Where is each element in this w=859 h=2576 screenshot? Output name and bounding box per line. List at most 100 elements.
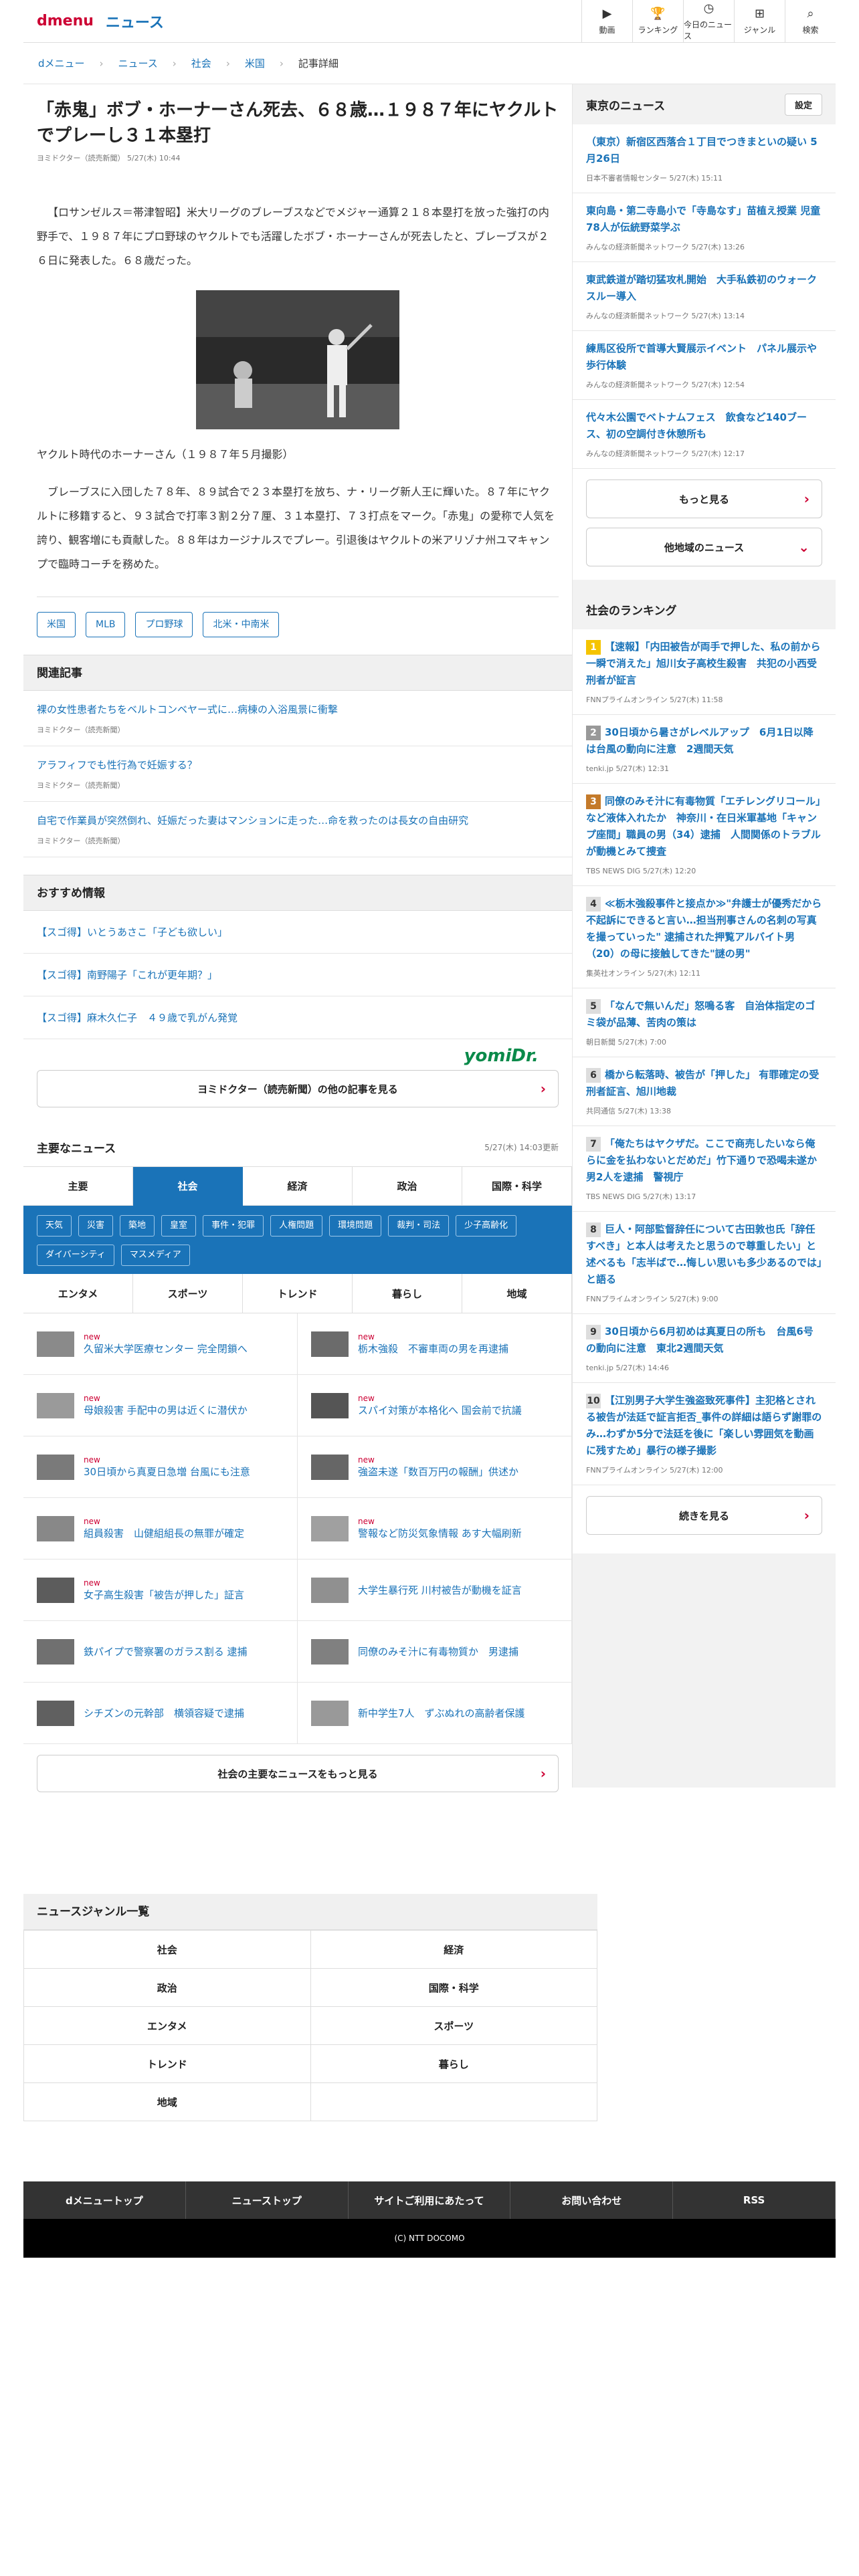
related-article[interactable]: アラフィフでも性行為で妊娠する？ ヨミドクター（読売新聞） [23, 746, 572, 802]
tokyo-news-item[interactable]: （東京）新宿区西落合１丁目でつきまといの疑い 5月26日 日本不審者情報センター … [573, 124, 836, 193]
news-item[interactable]: new 組員殺害 山健組組長の無罪が確定 [23, 1498, 298, 1560]
footer-link[interactable]: dメニュートップ [23, 2181, 186, 2219]
article-tag[interactable]: 北米・中南米 [203, 612, 280, 637]
subcategory-chip[interactable]: 災害 [78, 1215, 114, 1237]
social-more-button[interactable]: 社会の主要なニュースをもっと見る › [37, 1755, 559, 1792]
header-nav-clock[interactable]: ◷ 今日のニュース [683, 0, 734, 43]
tokyo-news-source: みんなの経済新聞ネットワーク 5/27(木) 13:26 [586, 243, 745, 251]
genre-link[interactable]: 政治 [24, 1969, 311, 2007]
genre-tab[interactable]: エンタメ [23, 1274, 133, 1313]
dmenu-logo[interactable]: dmenu [37, 13, 94, 29]
article-tag[interactable]: プロ野球 [135, 612, 193, 637]
news-item[interactable]: new 強盗未遂「数百万円の報酬」供述か [298, 1436, 572, 1498]
tab-0[interactable]: 主要 [23, 1167, 133, 1206]
tab-3[interactable]: 政治 [353, 1167, 462, 1206]
breadcrumb-item[interactable]: 社会 [191, 56, 211, 70]
footer-link[interactable]: ニューストップ [186, 2181, 349, 2219]
genre-tab[interactable]: 地域 [462, 1274, 572, 1313]
tokyo-news-item[interactable]: 代々木公園でベトナムフェス 飲食など140ブース、初の空調付き休憩所も みんなの経… [573, 400, 836, 469]
header-nav-trophy[interactable]: 🏆 ランキング [632, 0, 683, 43]
news-item[interactable]: 大学生暴行死 川村被告が動機を証言 [298, 1560, 572, 1621]
news-item-text: new 強盗未遂「数百万円の報酬」供述か [358, 1455, 518, 1479]
genre-tab[interactable]: スポーツ [133, 1274, 243, 1313]
chevron-right-icon: › [803, 491, 809, 507]
subcategory-chip[interactable]: 少子高齢化 [456, 1215, 517, 1237]
subcategory-chip[interactable]: 天気 [37, 1215, 72, 1237]
subcategory-chip[interactable]: 人権問題 [270, 1215, 323, 1237]
ranking-item[interactable]: 7 「俺たちはヤクザだ。ここで商売したいなら俺らに金を払わないとだめだ」竹下通りで… [573, 1126, 836, 1212]
tokyo-news-item[interactable]: 練馬区役所で首導大賢展示イベント パネル展示や歩行体験 みんなの経済新聞ネットワー… [573, 331, 836, 400]
tokyo-more-button[interactable]: もっと見る › [586, 479, 822, 518]
genre-link[interactable]: 暮らし [310, 2045, 597, 2083]
recommend-item[interactable]: 【スゴ得】南野陽子「これが更年期？」 [23, 954, 572, 996]
ranking-source: 朝日新聞 5/27(木) 7:00 [586, 1038, 666, 1047]
breadcrumb-item[interactable]: dメニュー [38, 56, 85, 70]
genre-link[interactable]: 社会 [24, 1931, 311, 1969]
ranking-item[interactable]: 1 【速報】「内田被告が両手で押した、私の前から一瞬で消えた」旭川女子高校生殺害 … [573, 629, 836, 715]
related-article-source: ヨミドクター（読売新聞） [37, 837, 125, 845]
article-tag[interactable]: MLB [86, 612, 126, 637]
footer-link[interactable]: お問い合わせ [510, 2181, 674, 2219]
breadcrumb-item[interactable]: 米国 [245, 56, 265, 70]
ranking-more-button[interactable]: 続きを見る › [586, 1496, 822, 1535]
news-item[interactable]: 新中学生7人 ずぶぬれの高齢者保護 [298, 1683, 572, 1744]
related-article[interactable]: 裸の女性患者たちをベルトコンベヤー式に…病棟の入浴風景に衝撃 ヨミドクター（読売新… [23, 691, 572, 746]
ranking-item[interactable]: 6 橋から転落時、被告が「押した」 有罪確定の受刑者証言、旭川地裁 共同通信 5/2… [573, 1057, 836, 1126]
subcategory-chip[interactable]: 築地 [120, 1215, 155, 1237]
news-item[interactable]: new 30日頃から真夏日急増 台風にも注意 [23, 1436, 298, 1498]
settings-button[interactable]: 設定 [784, 93, 822, 116]
genre-tab[interactable]: トレンド [243, 1274, 353, 1313]
tokyo-news-item[interactable]: 東武鉄道が踏切猛攻札開始 大手私鉄初のウォークスルー導入 みんなの経済新聞ネットワ… [573, 262, 836, 331]
rank-number-badge: 8 [586, 1222, 601, 1237]
tokyo-news-item[interactable]: 東向島・第二寺島小で「寺島なす」苗植え授業 児童78人が伝統野菜学ぶ みんなの経済… [573, 193, 836, 262]
news-item[interactable]: new 母娘殺害 手配中の男は近くに潜伏か [23, 1375, 298, 1436]
ranking-item[interactable]: 4 ≪栃木強殺事件と接点か≫"弁護士が優秀だから不起訴にできると言い…担当刑事さん… [573, 886, 836, 988]
header-nav-video[interactable]: ▶ 動画 [581, 0, 632, 43]
tab-4[interactable]: 国際・科学 [462, 1167, 572, 1206]
header-nav-search[interactable]: ⌕ 検索 [785, 0, 836, 43]
subcategory-chip[interactable]: 裁判・司法 [388, 1215, 450, 1237]
footer-link[interactable]: サイトご利用にあたって [349, 2181, 511, 2219]
genre-link[interactable]: スポーツ [310, 2007, 597, 2045]
related-article[interactable]: 自宅で作業員が突然倒れ、妊娠だった妻はマンションに走った…命を救ったのは長女の自… [23, 802, 572, 857]
news-item[interactable]: new 久留米大学医療センター 完全閉鎖へ [23, 1313, 298, 1375]
article-photo[interactable] [196, 290, 399, 429]
recommend-item[interactable]: 【スゴ得】いとうあさこ「子ども欲しい」 [23, 911, 572, 954]
subcategory-chip[interactable]: 環境問題 [329, 1215, 382, 1237]
genre-link[interactable]: 地域 [24, 2083, 311, 2121]
subcategory-chip[interactable]: 皇室 [161, 1215, 197, 1237]
ranking-item[interactable]: 3 同僚のみそ汁に有毒物質「エチレングリコール」など液体入れたか 神奈川・在日米軍… [573, 784, 836, 886]
news-item[interactable]: 鉄パイプで警察署のガラス割る 逮捕 [23, 1621, 298, 1683]
news-item[interactable]: new スパイ対策が本格化へ 国会前で抗議 [298, 1375, 572, 1436]
news-item[interactable]: new 女子高生殺害「被告が押した」証言 [23, 1560, 298, 1621]
genre-link[interactable]: 経済 [310, 1931, 597, 1969]
subcategory-chip[interactable]: 事件・犯罪 [203, 1215, 264, 1237]
ranking-item[interactable]: 2 30日頃から暑さがレベルアップ 6月1日以降は台風の動向に注意 2週間天気 te… [573, 715, 836, 784]
footer-link[interactable]: RSS [673, 2181, 836, 2219]
genre-link[interactable]: 国際・科学 [310, 1969, 597, 2007]
genre-link[interactable]: トレンド [24, 2045, 311, 2083]
news-item[interactable]: new 警報など防災気象情報 あす大幅刷新 [298, 1498, 572, 1560]
news-item[interactable]: 同僚のみそ汁に有毒物質か 男逮捕 [298, 1621, 572, 1683]
subcategory-chip[interactable]: ダイバーシティ [37, 1245, 114, 1266]
recommend-item[interactable]: 【スゴ得】麻木久仁子 ４９歳で乳がん発覚 [23, 996, 572, 1039]
breadcrumb-item[interactable]: ニュース [118, 56, 158, 70]
news-item[interactable]: new 栃木強殺 不審車両の男を再逮捕 [298, 1313, 572, 1375]
genre-tab[interactable]: 暮らし [353, 1274, 462, 1313]
recommend-heading: おすすめ情報 [23, 875, 572, 911]
ranking-item[interactable]: 8 巨人・阿部監督辞任について古田敦也氏「辞任すべき」と本人は考えたと思うので尊重… [573, 1212, 836, 1314]
tab-1[interactable]: 社会 [133, 1167, 243, 1206]
ranking-item[interactable]: 5 「なんで無いんだ」怒鳴る客 自治体指定のゴミ袋が品薄、苦肉の策は 朝日新聞 5/… [573, 988, 836, 1057]
ranking-item[interactable]: 10 【江別男子大学生強盗致死事件】主犯格とされる被告が法廷で証言拒否_事件の詳細… [573, 1383, 836, 1485]
ranking-item[interactable]: 9 30日頃から6月初めは真夏日の所も 台風6号の動向に注意 東北2週間天気 ten… [573, 1314, 836, 1383]
news-section-logo[interactable]: ニュース [106, 11, 164, 32]
genre-link[interactable]: エンタメ [24, 2007, 311, 2045]
tab-2[interactable]: 経済 [243, 1167, 353, 1206]
genre-link [310, 2083, 597, 2121]
article-tag[interactable]: 米国 [37, 612, 76, 637]
other-region-button[interactable]: 他地域のニュース ⌄ [586, 528, 822, 566]
yomidr-more-button[interactable]: ヨミドクター（読売新聞）の他の記事を見る › [37, 1070, 559, 1107]
header-nav-grid[interactable]: ⊞ ジャンル [734, 0, 785, 43]
subcategory-chip[interactable]: マスメディア [120, 1245, 190, 1266]
news-item[interactable]: シチズンの元幹部 横領容疑で逮捕 [23, 1683, 298, 1744]
